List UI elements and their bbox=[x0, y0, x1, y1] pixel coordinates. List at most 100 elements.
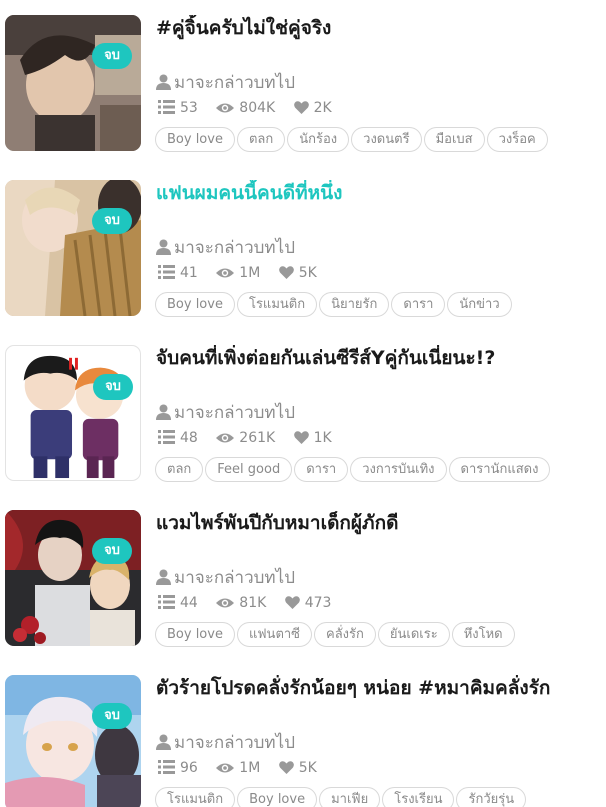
novel-title[interactable]: จับคนที่เพิ่งต่อยกันเล่นซีรีส์Yคู่กันเนี… bbox=[156, 345, 596, 371]
like-count: 2K bbox=[293, 98, 332, 118]
tag-chip[interactable]: ยันเดเระ bbox=[377, 622, 450, 647]
tag-chip[interactable]: โรแมนติก bbox=[155, 787, 236, 807]
status-badge: จบ bbox=[92, 703, 132, 729]
chapter-count: 53 bbox=[158, 98, 198, 118]
heart-icon bbox=[284, 596, 300, 609]
heart-icon bbox=[293, 101, 309, 114]
tag-chip[interactable]: ดารานักแสดง bbox=[448, 457, 551, 482]
eye-icon bbox=[216, 433, 235, 443]
status-badge: จบ bbox=[92, 538, 132, 564]
eye-icon bbox=[216, 103, 235, 113]
stats-row: 41 1M 5K bbox=[158, 263, 331, 283]
stats-row: 96 1M 5K bbox=[158, 758, 331, 778]
list-icon bbox=[158, 100, 175, 114]
author-row[interactable]: มาจะกล่าวบทไป bbox=[156, 732, 295, 754]
author-row[interactable]: มาจะกล่าวบทไป bbox=[156, 72, 295, 94]
view-count: 804K bbox=[216, 98, 275, 118]
novel-cover-image[interactable]: จบ bbox=[5, 180, 141, 316]
tag-chip[interactable]: ดารา bbox=[391, 292, 446, 317]
novel-title[interactable]: แวมไพร์พันปีกับหมาเด็กผู้ภักดี bbox=[156, 510, 596, 536]
tag-chip[interactable]: มือเบส bbox=[423, 127, 485, 152]
user-icon bbox=[156, 734, 171, 750]
author-name: มาจะกล่าวบทไป bbox=[174, 73, 295, 93]
tag-chip[interactable]: วงร็อค bbox=[486, 127, 548, 152]
author-row[interactable]: มาจะกล่าวบทไป bbox=[156, 402, 295, 424]
tag-chip[interactable]: Boy love bbox=[237, 787, 318, 807]
author-row[interactable]: มาจะกล่าวบทไป bbox=[156, 237, 295, 259]
chapter-count: 96 bbox=[158, 758, 198, 778]
stats-row: 53 804K 2K bbox=[158, 98, 346, 118]
author-name: มาจะกล่าวบทไป bbox=[174, 238, 295, 258]
list-icon bbox=[158, 265, 175, 279]
tag-list: Boy love ตลก นักร้อง วงดนตรี มือเบส วงร็อค bbox=[155, 127, 605, 153]
novel-list-item[interactable]: จบ #คู่จิ้นครับไม่ใช่คู่จริง มาจะกล่าวบท… bbox=[0, 0, 606, 165]
tag-chip[interactable]: Boy love bbox=[155, 292, 235, 317]
tag-chip[interactable]: Feel good bbox=[205, 457, 293, 482]
tag-chip[interactable]: รักวัยรุ่น bbox=[456, 787, 527, 807]
tag-chip[interactable]: ดารา bbox=[294, 457, 349, 482]
stats-row: 48 261K 1K bbox=[158, 428, 346, 448]
tag-chip[interactable]: โรแมนติก bbox=[236, 292, 318, 317]
tag-list: Boy love โรแมนติก นิยายรัก ดารา นักข่าว bbox=[155, 292, 605, 318]
like-count: 5K bbox=[278, 758, 317, 778]
author-name: มาจะกล่าวบทไป bbox=[174, 403, 295, 423]
user-icon bbox=[156, 74, 171, 90]
tag-chip[interactable]: วงการบันเทิง bbox=[350, 457, 447, 482]
eye-icon bbox=[216, 268, 235, 278]
novel-title[interactable]: ตัวร้ายโปรดคลั่งรักน้อยๆ หน่อย #หมาคิมคล… bbox=[156, 675, 596, 701]
tag-chip[interactable]: ตลก bbox=[155, 457, 204, 482]
novel-title[interactable]: #คู่จิ้นครับไม่ใช่คู่จริง bbox=[156, 15, 596, 41]
list-icon bbox=[158, 430, 175, 444]
chapter-count: 41 bbox=[158, 263, 198, 283]
stats-row: 44 81K 473 bbox=[158, 593, 345, 613]
tag-chip[interactable]: มาเฟีย bbox=[319, 787, 381, 807]
tag-list: ตลก Feel good ดารา วงการบันเทิง ดารานักแสดง bbox=[155, 457, 605, 483]
status-badge: จบ bbox=[92, 43, 132, 69]
tag-chip[interactable]: คลั่งรัก bbox=[314, 622, 376, 647]
novel-list-item[interactable]: จบ ตัวร้ายโปรดคลั่งรักน้อยๆ หน่อย #หมาคิ… bbox=[0, 660, 606, 807]
like-count: 5K bbox=[278, 263, 317, 283]
novel-list-item[interactable]: จบ จับคนที่เพิ่งต่อยกันเล่นซีรีส์Yคู่กัน… bbox=[0, 330, 606, 495]
view-count: 1M bbox=[216, 758, 260, 778]
novel-cover-image[interactable]: จบ bbox=[5, 675, 141, 807]
novel-list-item[interactable]: จบ แวมไพร์พันปีกับหมาเด็กผู้ภักดี มาจะกล… bbox=[0, 495, 606, 660]
novel-title[interactable]: แฟนผมคนนี้คนดีที่หนึ่ง bbox=[156, 180, 596, 206]
tag-chip[interactable]: หึงโหด bbox=[451, 622, 515, 647]
view-count: 81K bbox=[216, 593, 266, 613]
tag-list: Boy love แฟนตาซี คลั่งรัก ยันเดเระ หึงโหด bbox=[155, 622, 605, 648]
tag-chip[interactable]: วงดนตรี bbox=[351, 127, 422, 152]
view-count: 1M bbox=[216, 263, 260, 283]
user-icon bbox=[156, 404, 171, 420]
novel-cover-image[interactable]: จบ bbox=[5, 345, 141, 481]
tag-chip[interactable]: Boy love bbox=[155, 127, 235, 152]
chapter-count: 48 bbox=[158, 428, 198, 448]
user-icon bbox=[156, 239, 171, 255]
tag-chip[interactable]: นักร้อง bbox=[287, 127, 350, 152]
author-name: มาจะกล่าวบทไป bbox=[174, 568, 295, 588]
novel-cover-image[interactable]: จบ bbox=[5, 15, 141, 151]
novel-cover-image[interactable]: จบ bbox=[5, 510, 141, 646]
tag-chip[interactable]: โรงเรียน bbox=[382, 787, 455, 807]
author-name: มาจะกล่าวบทไป bbox=[174, 733, 295, 753]
status-badge: จบ bbox=[92, 208, 132, 234]
tag-chip[interactable]: นิยายรัก bbox=[319, 292, 390, 317]
heart-icon bbox=[293, 431, 309, 444]
eye-icon bbox=[216, 763, 235, 773]
list-icon bbox=[158, 760, 175, 774]
tag-chip[interactable]: นักข่าว bbox=[447, 292, 512, 317]
novel-list-item[interactable]: จบ แฟนผมคนนี้คนดีที่หนึ่ง มาจะกล่าวบทไป … bbox=[0, 165, 606, 330]
author-row[interactable]: มาจะกล่าวบทไป bbox=[156, 567, 295, 589]
heart-icon bbox=[278, 761, 294, 774]
status-badge: จบ bbox=[93, 374, 133, 400]
like-count: 1K bbox=[293, 428, 332, 448]
tag-chip[interactable]: ตลก bbox=[236, 127, 286, 152]
view-count: 261K bbox=[216, 428, 275, 448]
user-icon bbox=[156, 569, 171, 585]
novel-list: จบ #คู่จิ้นครับไม่ใช่คู่จริง มาจะกล่าวบท… bbox=[0, 0, 606, 807]
tag-list: โรแมนติก Boy love มาเฟีย โรงเรียน รักวัยรุ่น bbox=[155, 787, 605, 807]
eye-icon bbox=[216, 598, 235, 608]
tag-chip[interactable]: Boy love bbox=[155, 622, 235, 647]
list-icon bbox=[158, 595, 175, 609]
tag-chip[interactable]: แฟนตาซี bbox=[236, 622, 313, 647]
like-count: 473 bbox=[284, 593, 331, 613]
